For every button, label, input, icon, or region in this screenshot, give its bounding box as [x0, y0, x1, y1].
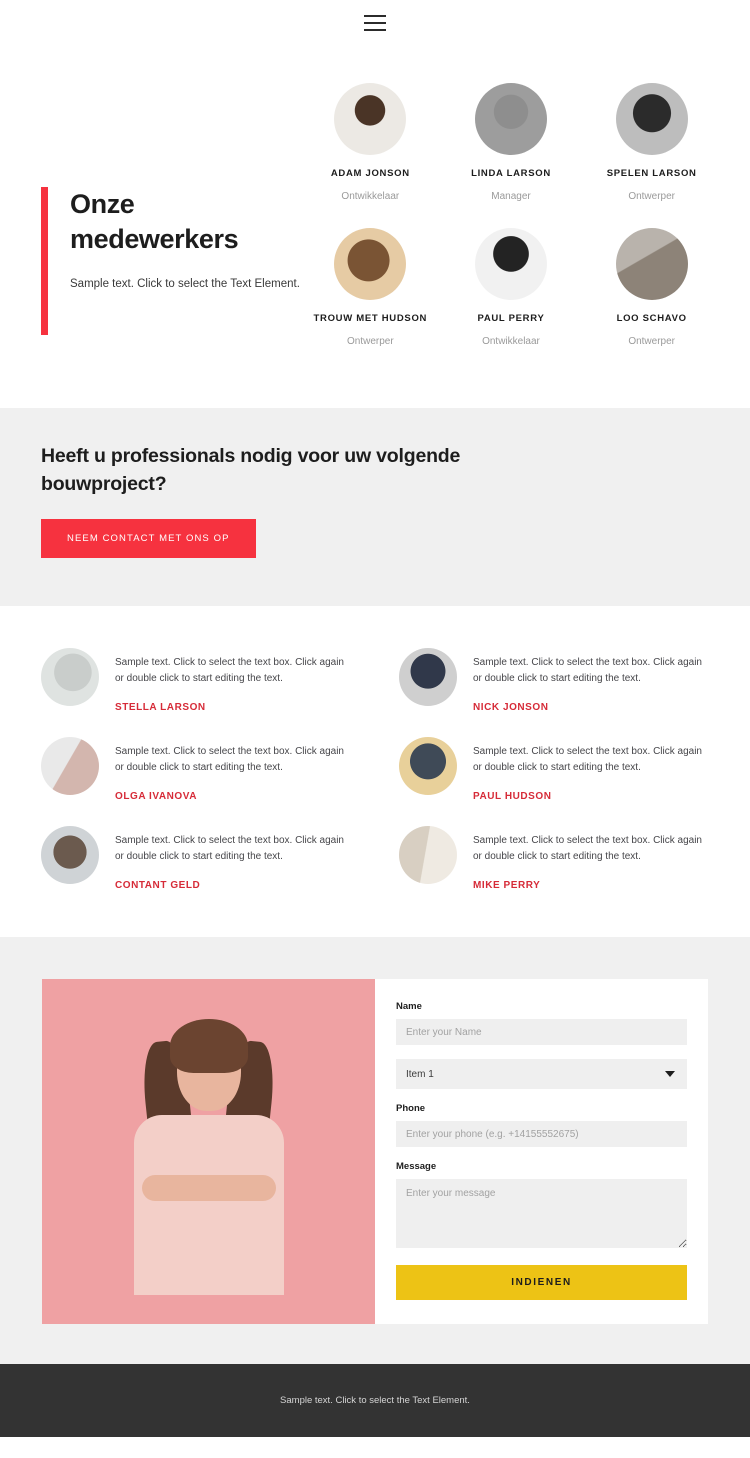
avatar — [399, 826, 457, 885]
site-footer: Sample text. Click to select the Text El… — [0, 1364, 750, 1438]
testimonial-author: STELLA LARSON — [115, 702, 206, 714]
message-label: Message — [396, 1161, 437, 1173]
team-member[interactable]: LINDA LARSON Manager — [441, 83, 582, 202]
team-member[interactable]: TROUW MET HUDSON Ontwerper — [300, 210, 441, 347]
photo-arm — [142, 1175, 276, 1202]
contact-card: Name Item 1 Phone Message INDIENEN — [42, 979, 708, 1325]
phone-label: Phone — [396, 1103, 426, 1115]
testimonial-author: NICK JONSON — [473, 702, 549, 714]
item-select[interactable]: Item 1 — [396, 1059, 687, 1090]
testimonial-item: Sample text. Click to select the text bo… — [399, 826, 709, 891]
hamburger-menu-icon[interactable] — [364, 14, 386, 31]
team-member-role: Manager — [491, 191, 531, 202]
testimonials-section: Sample text. Click to select the text bo… — [0, 606, 750, 938]
avatar — [615, 83, 688, 155]
testimonial-text: Sample text. Click to select the text bo… — [115, 657, 344, 684]
page-title-line-1: Onze — [70, 189, 135, 219]
team-section: Onze medewerkers Sample text. Click to s… — [0, 45, 750, 408]
testimonial-text: Sample text. Click to select the text bo… — [473, 657, 702, 684]
avatar — [399, 648, 457, 707]
testimonial-text: Sample text. Click to select the text bo… — [473, 746, 702, 773]
avatar — [41, 826, 99, 885]
photo-body — [134, 1115, 284, 1296]
contact-us-button[interactable]: NEEM CONTACT MET ONS OP — [41, 519, 256, 559]
avatar — [474, 83, 547, 155]
team-member[interactable]: SPELEN LARSON Ontwerper — [581, 83, 722, 202]
team-member-role: Ontwikkelaar — [482, 336, 540, 347]
site-header — [0, 0, 750, 45]
team-grid: ADAM JONSON Ontwikkelaar LINDA LARSON Ma… — [300, 83, 750, 366]
team-member-name: LINDA LARSON — [471, 168, 551, 179]
team-member[interactable]: LOO SCHAVO Ontwerper — [581, 210, 722, 347]
cta-section: Heeft u professionals nodig voor uw volg… — [0, 408, 750, 607]
team-member-role: Ontwerper — [628, 191, 675, 202]
team-member-name: TROUW MET HUDSON — [313, 313, 428, 324]
team-member-role: Ontwerper — [628, 336, 675, 347]
hamburger-bar-3 — [364, 28, 386, 31]
photo-hair-top — [170, 1019, 248, 1074]
testimonial-author: PAUL HUDSON — [473, 791, 552, 803]
testimonial-item: Sample text. Click to select the text bo… — [41, 737, 351, 802]
submit-button[interactable]: INDIENEN — [396, 1265, 687, 1301]
testimonial-item: Sample text. Click to select the text bo… — [41, 826, 351, 891]
testimonial-item: Sample text. Click to select the text bo… — [399, 737, 709, 802]
page-subtitle: Sample text. Click to select the Text El… — [70, 278, 300, 291]
avatar — [334, 228, 407, 300]
testimonial-text: Sample text. Click to select the text bo… — [115, 835, 344, 862]
team-member-name: LOO SCHAVO — [616, 313, 687, 324]
team-intro: Onze medewerkers Sample text. Click to s… — [0, 83, 300, 366]
team-member[interactable]: ADAM JONSON Ontwikkelaar — [300, 83, 441, 202]
name-field[interactable] — [396, 1019, 687, 1046]
testimonial-text: Sample text. Click to select the text bo… — [115, 746, 344, 773]
team-member-name: ADAM JONSON — [330, 168, 410, 179]
cta-title: Heeft u professionals nodig voor uw volg… — [41, 445, 461, 495]
contact-section: Name Item 1 Phone Message INDIENEN — [0, 937, 750, 1365]
testimonial-author: MIKE PERRY — [473, 880, 541, 892]
avatar — [41, 648, 99, 707]
team-member-role: Ontwerper — [346, 336, 394, 347]
footer-text: Sample text. Click to select the Text El… — [280, 1395, 470, 1407]
hamburger-bar-1 — [364, 14, 386, 17]
name-label: Name — [396, 1001, 422, 1013]
team-member-name: PAUL PERRY — [477, 313, 545, 324]
message-field[interactable] — [396, 1179, 687, 1249]
avatar — [334, 83, 407, 155]
hamburger-bar-2 — [364, 21, 386, 24]
testimonial-item: Sample text. Click to select the text bo… — [41, 648, 351, 713]
accent-bar — [41, 187, 48, 335]
avatar — [41, 737, 99, 796]
phone-field[interactable] — [396, 1121, 687, 1148]
contact-photo — [42, 979, 375, 1325]
team-member-name: SPELEN LARSON — [606, 168, 697, 179]
avatar — [474, 228, 547, 300]
avatar — [615, 228, 688, 300]
contact-form: Name Item 1 Phone Message INDIENEN — [375, 979, 708, 1324]
avatar — [399, 737, 457, 796]
testimonial-text: Sample text. Click to select the text bo… — [473, 835, 702, 862]
team-member[interactable]: PAUL PERRY Ontwikkelaar — [441, 210, 582, 347]
testimonial-author: OLGA IVANOVA — [115, 791, 197, 803]
testimonial-item: Sample text. Click to select the text bo… — [399, 648, 709, 713]
team-member-role: Ontwikkelaar — [341, 191, 400, 202]
testimonial-author: CONTANT GELD — [115, 880, 201, 892]
page-title: Onze medewerkers — [70, 187, 300, 257]
page-title-line-2: medewerkers — [70, 224, 239, 255]
